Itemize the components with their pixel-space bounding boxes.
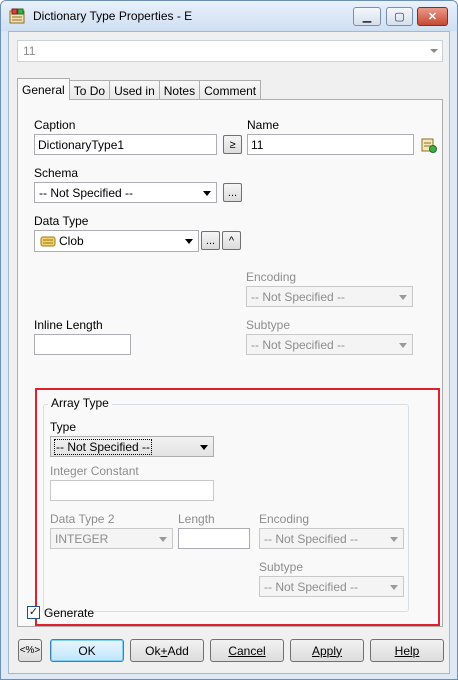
object-selector-value: 11 — [23, 44, 36, 58]
tab-general[interactable]: General — [17, 78, 70, 100]
general-tab-panel: Caption DictionaryType1 ≥ Name 11 Schema… — [17, 99, 443, 627]
dialog-window: Dictionary Type Properties - E ▁ ▢ ✕ 11 … — [0, 0, 458, 680]
data-type-combo[interactable]: Clob — [34, 230, 199, 252]
data-type-value: Clob — [59, 234, 84, 248]
ok-add-button[interactable]: Ok + Add — [130, 639, 204, 662]
data-type-up-button[interactable]: ^ — [222, 231, 241, 250]
encoding-value: -- Not Specified -- — [251, 290, 346, 304]
tab-strip: General To Do Used in Notes Comment — [17, 78, 262, 100]
array-encoding-value: -- Not Specified -- — [264, 532, 359, 546]
apply-label: Apply — [311, 643, 343, 658]
tab-comment[interactable]: Comment — [199, 80, 262, 100]
help-label: Help — [394, 643, 420, 658]
object-selector-combo[interactable]: 11 — [17, 40, 443, 62]
chevron-down-icon — [159, 537, 167, 542]
array-subtype-label: Subtype — [259, 560, 304, 574]
chevron-down-icon — [390, 537, 398, 542]
properties-icon[interactable] — [421, 137, 437, 153]
clob-icon — [40, 236, 56, 247]
integer-constant-label: Integer Constant — [50, 464, 139, 478]
cancel-label: Cancel — [228, 643, 266, 658]
title-bar[interactable]: Dictionary Type Properties - E ▁ ▢ ✕ — [1, 1, 457, 31]
schema-combo[interactable]: -- Not Specified -- — [34, 182, 217, 203]
copy-caption-button[interactable]: ≥ — [223, 135, 242, 154]
array-subtype-value: -- Not Specified -- — [264, 580, 359, 594]
inline-length-field[interactable] — [34, 334, 131, 355]
length-label: Length — [178, 512, 215, 526]
name-field[interactable]: 11 — [247, 134, 414, 155]
data-type2-value: INTEGER — [55, 532, 109, 546]
tab-used-in[interactable]: Used in — [109, 80, 160, 100]
subtype-combo[interactable]: -- Not Specified -- — [246, 334, 413, 355]
chevron-down-icon — [399, 343, 407, 348]
data-type2-label: Data Type 2 — [50, 512, 115, 526]
minimize-button[interactable]: ▁ — [353, 7, 381, 26]
encoding-label: Encoding — [246, 270, 297, 284]
name-label: Name — [247, 118, 280, 132]
length-field[interactable] — [178, 528, 250, 549]
ok-add-underline: + — [160, 643, 168, 658]
schema-browse-button[interactable]: ... — [223, 183, 242, 202]
close-button[interactable]: ✕ — [417, 7, 448, 26]
chevron-down-icon — [430, 49, 438, 53]
chevron-down-icon — [200, 445, 208, 450]
chevron-down-icon — [399, 295, 407, 300]
chevron-down-icon — [390, 585, 398, 590]
ok-add-suffix: Add — [167, 643, 189, 658]
chevron-down-icon — [203, 191, 211, 196]
encoding-combo[interactable]: -- Not Specified -- — [246, 286, 413, 307]
subtype-label: Subtype — [246, 318, 291, 332]
caption-label: Caption — [34, 118, 76, 132]
tab-to-do[interactable]: To Do — [68, 80, 111, 100]
array-type-type-combo[interactable]: -- Not Specified -- — [50, 436, 214, 457]
dictionary-type-icon — [9, 8, 25, 24]
array-subtype-combo[interactable]: -- Not Specified -- — [259, 576, 404, 597]
tab-notes[interactable]: Notes — [158, 80, 201, 100]
array-encoding-combo[interactable]: -- Not Specified -- — [259, 528, 404, 549]
generate-label: Generate — [44, 606, 95, 620]
ok-add-prefix: Ok — [145, 643, 161, 658]
array-type-group-title: Array Type — [48, 396, 112, 410]
array-type-type-value: -- Not Specified -- — [53, 439, 153, 455]
chevron-down-icon — [185, 239, 193, 244]
ok-button[interactable]: OK — [50, 639, 124, 662]
more-button[interactable]: <%> — [18, 639, 42, 662]
inline-length-label: Inline Length — [34, 318, 103, 332]
generate-checkbox[interactable]: ✓ — [27, 606, 40, 619]
caption-field[interactable]: DictionaryType1 — [34, 134, 217, 155]
data-type-label: Data Type — [34, 214, 89, 228]
maximize-button[interactable]: ▢ — [386, 7, 413, 26]
subtype-value: -- Not Specified -- — [251, 338, 346, 352]
help-button[interactable]: Help — [370, 639, 444, 662]
schema-value: -- Not Specified -- — [39, 186, 134, 200]
array-type-type-label: Type — [50, 420, 77, 434]
schema-label: Schema — [34, 166, 79, 180]
cancel-button[interactable]: Cancel — [210, 639, 284, 662]
integer-constant-field[interactable] — [50, 480, 214, 501]
apply-button[interactable]: Apply — [290, 639, 364, 662]
window-title: Dictionary Type Properties - E — [33, 9, 193, 23]
array-encoding-label: Encoding — [259, 512, 310, 526]
data-type-browse-button[interactable]: ... — [201, 231, 220, 250]
dialog-client-area: 11 General To Do Used in Notes Comment C… — [8, 31, 450, 674]
data-type2-combo[interactable]: INTEGER — [50, 528, 173, 549]
